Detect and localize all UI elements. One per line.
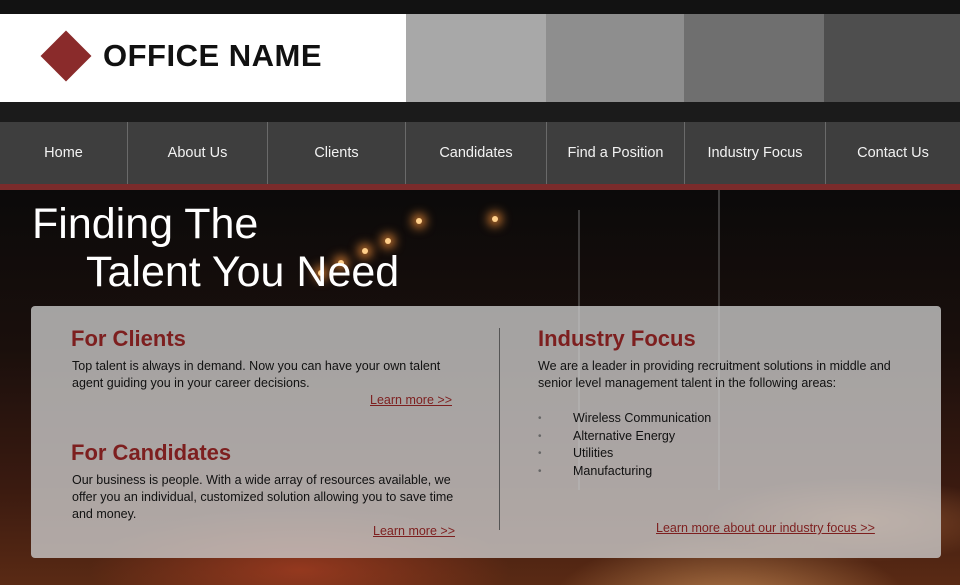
- clients-text: Top talent is always in demand. Now you …: [72, 359, 441, 390]
- clients-heading: For Clients: [71, 326, 186, 351]
- street-light: [385, 238, 391, 244]
- hero-title-line-1: Finding The: [32, 200, 259, 248]
- header-swatch-1: [406, 14, 546, 102]
- bullet-icon: •: [538, 448, 542, 459]
- bullet-icon: •: [538, 430, 542, 442]
- list-item-label: Alternative Energy: [573, 428, 676, 443]
- bullet-icon: •: [538, 465, 542, 477]
- bullet-icon: •: [538, 413, 542, 424]
- list-item-label: Utilities: [573, 446, 614, 460]
- industry-list: • Wireless Communication • Alternative Ene…: [538, 410, 711, 480]
- industry-heading: Industry Focus: [538, 326, 696, 351]
- nav-industry-focus[interactable]: Industry Focus: [685, 122, 826, 184]
- list-item-label: Manufacturing: [573, 463, 653, 478]
- industry-text: We are a leader in providing recruitment…: [538, 359, 891, 390]
- list-item-label: Wireless Communication: [573, 411, 712, 425]
- top-strip: [0, 0, 960, 14]
- list-item: • Wireless Communication: [538, 410, 711, 428]
- nav-contact-us[interactable]: Contact Us: [826, 122, 960, 184]
- list-item: • Manufacturing: [538, 463, 711, 481]
- logo-diamond-icon: [40, 30, 92, 82]
- logo[interactable]: OFFICE NAME: [0, 14, 406, 102]
- main-nav: Home About Us Clients Candidates Find a …: [0, 122, 960, 184]
- header-gap: [0, 102, 960, 122]
- clients-learn-more-link[interactable]: Learn more >>: [370, 393, 452, 407]
- list-item: • Alternative Energy: [538, 428, 711, 446]
- header-swatch-2: [546, 14, 684, 102]
- nav-find-a-position[interactable]: Find a Position: [547, 122, 685, 184]
- nav-clients[interactable]: Clients: [268, 122, 406, 184]
- street-light: [492, 216, 498, 222]
- candidates-text: Our business is people. With a wide arra…: [72, 473, 454, 521]
- header-swatch-4: [824, 14, 960, 102]
- street-light: [416, 218, 422, 224]
- header-swatch-3: [684, 14, 824, 102]
- hero-title-line-2: Talent You Need: [86, 248, 400, 296]
- industry-learn-more-link[interactable]: Learn more about our industry focus >>: [656, 521, 875, 535]
- logo-text: OFFICE NAME: [103, 38, 323, 73]
- content-panel: For Clients Top talent is always in dema…: [31, 306, 941, 558]
- nav-about-us[interactable]: About Us: [128, 122, 268, 184]
- nav-candidates[interactable]: Candidates: [406, 122, 547, 184]
- candidates-heading: For Candidates: [71, 440, 232, 465]
- nav-home[interactable]: Home: [0, 122, 128, 184]
- header: OFFICE NAME: [0, 14, 960, 102]
- list-item: • Utilities: [538, 445, 711, 463]
- candidates-learn-more-link[interactable]: Learn more >>: [373, 524, 455, 538]
- column-divider: [499, 328, 500, 530]
